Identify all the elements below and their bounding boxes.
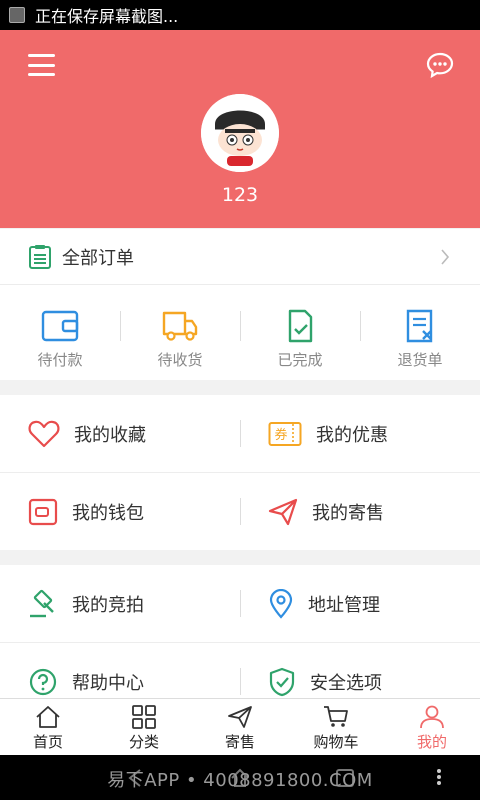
avatar[interactable] [201,94,279,172]
wallet-item[interactable]: 我的钱包 [0,473,240,550]
favorites-label: 我的收藏 [74,424,146,446]
auction-label: 我的竞拍 [72,594,144,616]
menu-icon[interactable] [28,54,55,76]
overflow-menu-icon[interactable] [436,768,442,786]
tab-label: 购物车 [313,733,359,751]
watermark: 易下APP • 4008891800.COM [107,770,373,791]
status-returns[interactable]: 退货单 [360,285,480,380]
auction-item[interactable]: 我的竞拍 [0,565,240,642]
status-label: 待收货 [157,351,203,369]
location-pin-icon [269,588,293,619]
consignment-label: 我的寄售 [312,502,384,524]
wallet-icon [41,310,79,342]
tab-label: 我的 [416,733,447,751]
chevron-right-icon [441,249,450,265]
shield-check-icon [269,667,295,696]
all-orders-row[interactable]: 全部订单 [0,229,480,285]
menu-section-2: 我的竞拍 地址管理 帮助中心 安全选项 [0,565,480,720]
consignment-item[interactable]: 我的寄售 [240,473,480,550]
help-label: 帮助中心 [72,672,144,694]
home-icon [36,706,60,728]
tab-label: 寄售 [224,733,255,751]
status-pending-delivery[interactable]: 待收货 [120,285,240,380]
order-status-row: 待付款 待收货 已完成 退货单 [0,285,480,380]
tab-consign[interactable]: 寄售 [192,699,288,756]
status-label: 退货单 [397,351,443,369]
status-label: 已完成 [277,351,323,369]
tab-mine[interactable]: 我的 [384,699,480,756]
message-icon[interactable] [426,51,454,79]
gavel-icon [30,589,54,617]
help-icon [29,668,57,695]
coupons-item[interactable]: 券 我的优惠 [240,395,480,472]
paper-plane-icon [268,498,298,525]
tab-label: 首页 [32,733,63,751]
menu-row: 我的收藏 券 我的优惠 [0,395,480,473]
coupons-label: 我的优惠 [316,424,388,446]
grid-icon [132,705,156,729]
status-label: 待付款 [37,351,83,369]
heart-icon [28,420,60,447]
address-item[interactable]: 地址管理 [240,565,480,642]
coupon-icon: 券 [268,421,302,446]
status-text: 正在保存屏幕截图... [35,7,179,26]
doc-x-icon [406,309,433,343]
tab-home[interactable]: 首页 [0,699,96,756]
status-completed[interactable]: 已完成 [240,285,360,380]
address-label: 地址管理 [308,594,380,616]
user-icon [420,705,444,729]
doc-check-icon [288,309,313,343]
tab-category[interactable]: 分类 [96,699,192,756]
send-icon [228,706,252,728]
truck-icon [162,311,198,341]
svg-text:券: 券 [274,427,287,443]
tab-label: 分类 [128,733,159,751]
status-pending-payment[interactable]: 待付款 [0,285,120,380]
cart-icon [324,706,348,727]
screenshot-app-icon [9,7,25,23]
profile-header: 123 [0,30,480,228]
clipboard-icon [29,244,51,269]
username: 123 [221,184,259,206]
menu-row: 我的竞拍 地址管理 [0,565,480,643]
wallet-label: 我的钱包 [72,502,144,524]
bottom-tab-bar: 首页 分类 寄售 购物车 我的 [0,698,480,756]
status-bar: 正在保存屏幕截图... [0,0,480,30]
tab-cart[interactable]: 购物车 [288,699,384,756]
wallet-icon [28,498,58,525]
all-orders-label: 全部订单 [62,247,134,269]
favorites-item[interactable]: 我的收藏 [0,395,240,472]
menu-row: 我的钱包 我的寄售 [0,473,480,550]
security-label: 安全选项 [310,672,382,694]
menu-section-1: 我的收藏 券 我的优惠 我的钱包 我的寄售 [0,395,480,550]
